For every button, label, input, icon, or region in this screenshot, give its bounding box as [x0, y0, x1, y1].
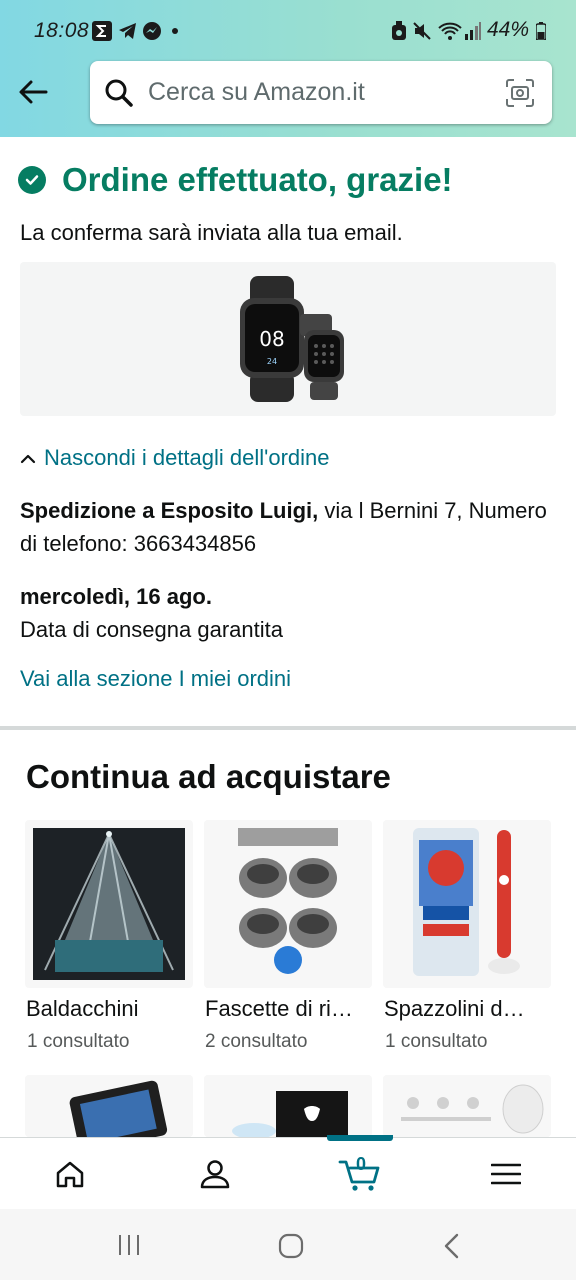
- delivery-date: mercoledì, 16 ago.: [20, 584, 212, 609]
- home-icon: [56, 1161, 84, 1188]
- smartwatch-product-image: 08 24: [240, 276, 344, 402]
- back-button[interactable]: [14, 72, 54, 112]
- confirmation-header: Ordine effettuato, grazie!: [18, 161, 453, 199]
- status-time: 18:08: [34, 19, 90, 42]
- card-title-canopy[interactable]: Baldacchini: [26, 996, 192, 1022]
- card-title-feet-pads[interactable]: Fascette di ri…: [205, 996, 371, 1022]
- bottom-navigation: [0, 1135, 576, 1210]
- card-subtitle-toothbrush: 1 consultato: [385, 1031, 488, 1052]
- my-orders-link[interactable]: Vai alla sezione I miei ordini: [20, 666, 291, 692]
- product-card-canopy[interactable]: [25, 820, 193, 988]
- wifi-icon: [437, 20, 463, 42]
- svg-text:08: 08: [259, 327, 284, 351]
- tablet-holder-image: [25, 1075, 193, 1137]
- product-card-toothbrush[interactable]: [383, 820, 551, 988]
- shipping-recipient: Spedizione a Esposito Luigi,: [20, 498, 319, 523]
- anti-vibration-pads-image: [204, 820, 372, 988]
- status-bar: 18:08 44%: [0, 0, 576, 62]
- search-input[interactable]: Cerca su Amazon.it: [148, 78, 365, 107]
- search-bar[interactable]: Cerca su Amazon.it: [90, 61, 552, 124]
- chevron-up-icon: [20, 445, 36, 471]
- product-card-tablet-holder[interactable]: [25, 1075, 193, 1137]
- recent-apps-icon[interactable]: [117, 1233, 141, 1262]
- delivery-note: Data di consegna garantita: [20, 617, 283, 642]
- canopy-image: [33, 828, 185, 980]
- nav-menu[interactable]: [466, 1138, 546, 1210]
- ordered-product-image[interactable]: 08 24: [20, 262, 556, 416]
- section-divider: [0, 726, 576, 730]
- top-header: 18:08 44% Cerca su Amazon.it: [0, 0, 576, 137]
- system-back-icon[interactable]: [442, 1233, 462, 1264]
- back-arrow-icon: [19, 80, 48, 104]
- cart-count-badge: 0: [356, 1154, 367, 1174]
- battery-icon: [536, 20, 546, 42]
- camera-scan-icon[interactable]: [504, 77, 536, 114]
- shipping-address: Spedizione a Esposito Luigi, via l Berni…: [20, 494, 550, 560]
- nav-home[interactable]: [30, 1138, 110, 1210]
- check-circle-icon: [18, 166, 46, 194]
- continue-shopping-title: Continua ad acquistare: [26, 758, 391, 795]
- system-navigation-bar: [0, 1209, 576, 1280]
- hide-order-details-link[interactable]: Nascondi i dettagli dell'ordine: [20, 445, 329, 471]
- mute-icon: [412, 20, 432, 42]
- sigma-app-icon: [92, 20, 112, 42]
- delivery-info: mercoledì, 16 ago. Data di consegna gara…: [20, 580, 283, 646]
- battery-percent: 44%: [487, 18, 530, 41]
- card-subtitle-feet-pads: 2 consultato: [205, 1031, 308, 1052]
- card-subtitle-canopy: 1 consultato: [27, 1031, 130, 1052]
- card-title-toothbrush[interactable]: Spazzolini d…: [384, 996, 550, 1022]
- search-icon: [104, 78, 134, 113]
- account-icon: [200, 1160, 230, 1189]
- notification-dot-icon: [171, 20, 179, 42]
- product-card-accessories[interactable]: [383, 1075, 551, 1137]
- teeth-whitening-image: [204, 1075, 372, 1137]
- hide-order-details-label: Nascondi i dettagli dell'ordine: [44, 445, 330, 470]
- product-card-feet-pads[interactable]: [204, 820, 372, 988]
- product-card-teeth-whitening[interactable]: [204, 1075, 372, 1137]
- confirmation-subtitle: La conferma sarà inviata alla tua email.: [20, 220, 403, 245]
- confirmation-title: Ordine effettuato, grazie!: [62, 161, 453, 198]
- svg-text:24: 24: [267, 357, 277, 366]
- signal-icon: [464, 20, 482, 42]
- home-circle-icon[interactable]: [278, 1233, 304, 1264]
- kids-toothbrush-image: [383, 820, 551, 988]
- messenger-icon: [142, 20, 162, 42]
- menu-icon: [491, 1163, 521, 1185]
- accessories-image: [383, 1075, 551, 1137]
- nav-account[interactable]: [175, 1138, 255, 1210]
- alarm-icon: [390, 20, 408, 42]
- telegram-icon: [118, 20, 138, 42]
